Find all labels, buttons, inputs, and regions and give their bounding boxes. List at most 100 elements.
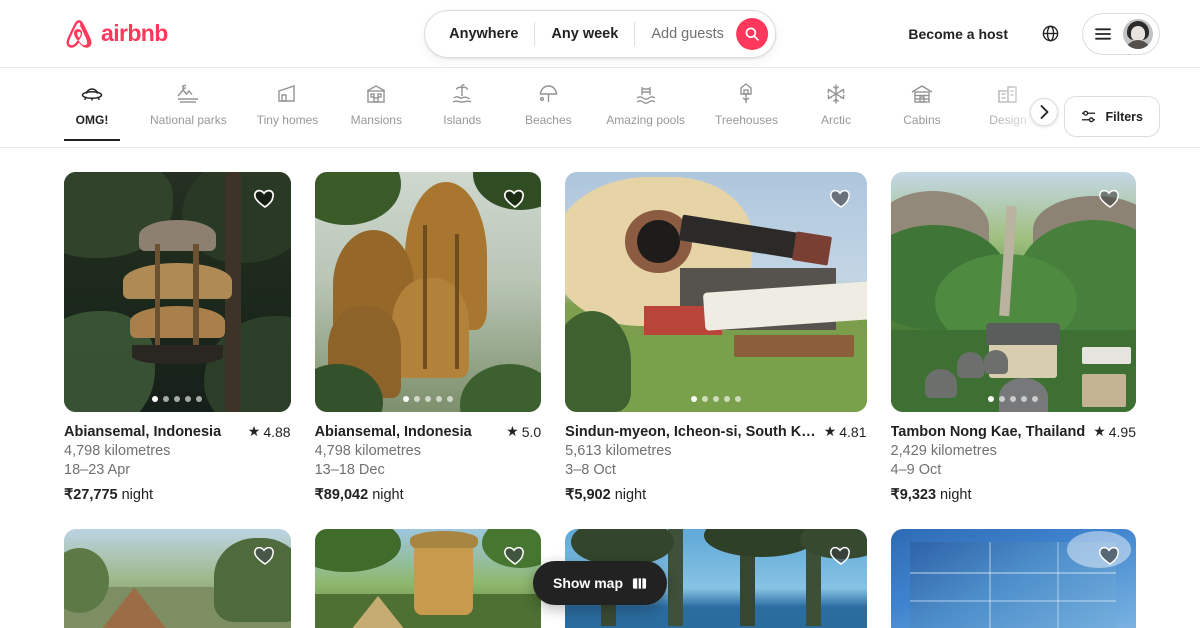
- listing-image[interactable]: [314, 172, 542, 412]
- listing-rating: ★ 4.95: [1093, 423, 1136, 440]
- listing-details: Abiansemal, Indonesia ★ 5.0 4,798 kilome…: [315, 412, 542, 503]
- listing-title: Sindun-myeon, Icheon-si, South K…: [565, 424, 816, 440]
- price-amount: ₹9,323: [890, 487, 937, 503]
- filters-label: Filters: [1105, 109, 1143, 124]
- show-map-button[interactable]: Show map: [532, 561, 668, 605]
- listing-image[interactable]: [890, 172, 1136, 412]
- favorite-heart-icon[interactable]: [1098, 543, 1122, 567]
- star-icon: ★: [506, 423, 519, 439]
- listing-dates: 18–23 Apr: [64, 462, 131, 478]
- category-national-parks[interactable]: National parks: [150, 82, 227, 137]
- mansion-icon: [364, 82, 388, 106]
- category-scroll-next-button[interactable]: [1030, 98, 1058, 126]
- listing-card[interactable]: [890, 529, 1136, 628]
- listing-title: Abiansemal, Indonesia: [64, 424, 222, 440]
- listing-details: Tambon Nong Kae, Thailand ★ 4.95 2,429 k…: [891, 412, 1137, 503]
- listing-image[interactable]: [314, 529, 542, 628]
- image-carousel-dots[interactable]: [152, 396, 203, 402]
- treehouse-icon: [734, 82, 758, 106]
- category-label: Arctic: [820, 113, 851, 127]
- map-icon: [632, 577, 647, 589]
- search-bar[interactable]: Anywhere Any week Add guests: [424, 10, 776, 58]
- image-carousel-dots[interactable]: [690, 396, 741, 402]
- category-cabins[interactable]: Cabins: [894, 82, 950, 137]
- listing-price: ₹89,042 night: [315, 487, 542, 503]
- listing-image[interactable]: [565, 172, 867, 412]
- price-unit: night: [940, 487, 972, 503]
- favorite-heart-icon[interactable]: [829, 186, 853, 210]
- search-guests[interactable]: Add guests: [635, 11, 736, 57]
- category-design[interactable]: Design: [980, 82, 1036, 137]
- search-dates[interactable]: Any week: [535, 11, 634, 57]
- star-icon: ★: [1093, 423, 1106, 439]
- listing-distance: 5,613 kilometres: [565, 443, 672, 459]
- design-icon: [996, 82, 1020, 106]
- language-globe-button[interactable]: [1030, 14, 1070, 54]
- search-submit-button[interactable]: [735, 18, 768, 50]
- become-a-host-button[interactable]: Become a host: [894, 14, 1022, 54]
- category-arctic[interactable]: Arctic: [808, 82, 864, 137]
- category-label: Mansions: [350, 113, 402, 127]
- listing-price: ₹9,323 night: [891, 487, 1137, 503]
- category-islands[interactable]: Islands: [434, 82, 490, 137]
- filters-button[interactable]: Filters: [1064, 96, 1160, 137]
- star-icon: ★: [823, 423, 837, 439]
- category-treehouses[interactable]: Treehouses: [715, 82, 778, 137]
- listing-distance: 4,798 kilometres: [314, 443, 421, 459]
- avatar: [1123, 18, 1153, 49]
- listing-details: Abiansemal, Indonesia ★ 4.88 4,798 kilom…: [64, 412, 291, 503]
- listing-rating: ★ 5.0: [506, 423, 541, 440]
- favorite-heart-icon[interactable]: [503, 543, 527, 567]
- listing-price: ₹27,775 night: [64, 487, 291, 503]
- category-tiny-homes[interactable]: Tiny homes: [256, 82, 319, 137]
- category-omg[interactable]: OMG!: [64, 82, 120, 141]
- show-map-label: Show map: [552, 575, 624, 591]
- listing-card[interactable]: Sindun-myeon, Icheon-si, South K… ★ 4.81…: [565, 172, 867, 503]
- favorite-heart-icon[interactable]: [829, 543, 853, 567]
- category-list[interactable]: OMG! National parks Tiny homes Mansions …: [64, 82, 1044, 144]
- listing-dates: 4–9 Oct: [890, 462, 942, 478]
- listing-card[interactable]: Abiansemal, Indonesia ★ 4.88 4,798 kilom…: [64, 172, 291, 503]
- favorite-heart-icon[interactable]: [253, 543, 277, 567]
- listing-price: ₹5,902 night: [565, 487, 866, 503]
- favorite-heart-icon[interactable]: [253, 186, 277, 210]
- category-label: Amazing pools: [606, 113, 686, 127]
- listing-image[interactable]: [64, 172, 291, 412]
- rating-value: 4.81: [839, 423, 867, 440]
- listing-details: Sindun-myeon, Icheon-si, South K… ★ 4.81…: [565, 412, 866, 503]
- listing-image[interactable]: [64, 529, 291, 628]
- favorite-heart-icon[interactable]: [503, 186, 527, 210]
- snowflake-icon: [824, 82, 848, 106]
- category-label: Tiny homes: [256, 113, 319, 127]
- category-label: Treehouses: [715, 113, 778, 127]
- airbnb-logo[interactable]: airbnb: [64, 18, 168, 50]
- logo-wordmark: airbnb: [101, 20, 168, 46]
- filters-sliders-icon: [1082, 110, 1096, 123]
- search-location[interactable]: Anywhere: [425, 11, 534, 57]
- listing-card[interactable]: [64, 529, 291, 628]
- listing-rating: ★ 4.88: [248, 423, 291, 440]
- listing-card[interactable]: Tambon Nong Kae, Thailand ★ 4.95 2,429 k…: [890, 172, 1137, 503]
- header-actions: Become a host: [894, 12, 1160, 55]
- image-carousel-dots[interactable]: [402, 396, 453, 402]
- airbnb-bellhop-icon: [66, 19, 92, 48]
- listing-image[interactable]: [890, 529, 1136, 628]
- listing-card[interactable]: Abiansemal, Indonesia ★ 5.0 4,798 kilome…: [314, 172, 542, 503]
- ufo-icon: [80, 82, 104, 106]
- category-mansions[interactable]: Mansions: [348, 82, 404, 137]
- category-bar: OMG! National parks Tiny homes Mansions …: [0, 68, 1200, 148]
- favorite-heart-icon[interactable]: [1098, 186, 1122, 210]
- category-label: Design: [989, 113, 1027, 127]
- price-unit: night: [121, 487, 154, 503]
- search-icon: [745, 27, 759, 41]
- island-palm-icon: [450, 82, 474, 106]
- listing-card[interactable]: [314, 529, 542, 628]
- category-beaches[interactable]: Beaches: [520, 82, 576, 137]
- rating-value: 5.0: [521, 423, 542, 440]
- listing-distance: 4,798 kilometres: [64, 443, 171, 459]
- image-carousel-dots[interactable]: [988, 396, 1039, 402]
- category-amazing-pools[interactable]: Amazing pools: [606, 82, 685, 137]
- listing-rating: ★ 4.81: [824, 423, 867, 440]
- user-menu-button[interactable]: [1082, 12, 1160, 55]
- national-park-icon: [176, 82, 200, 106]
